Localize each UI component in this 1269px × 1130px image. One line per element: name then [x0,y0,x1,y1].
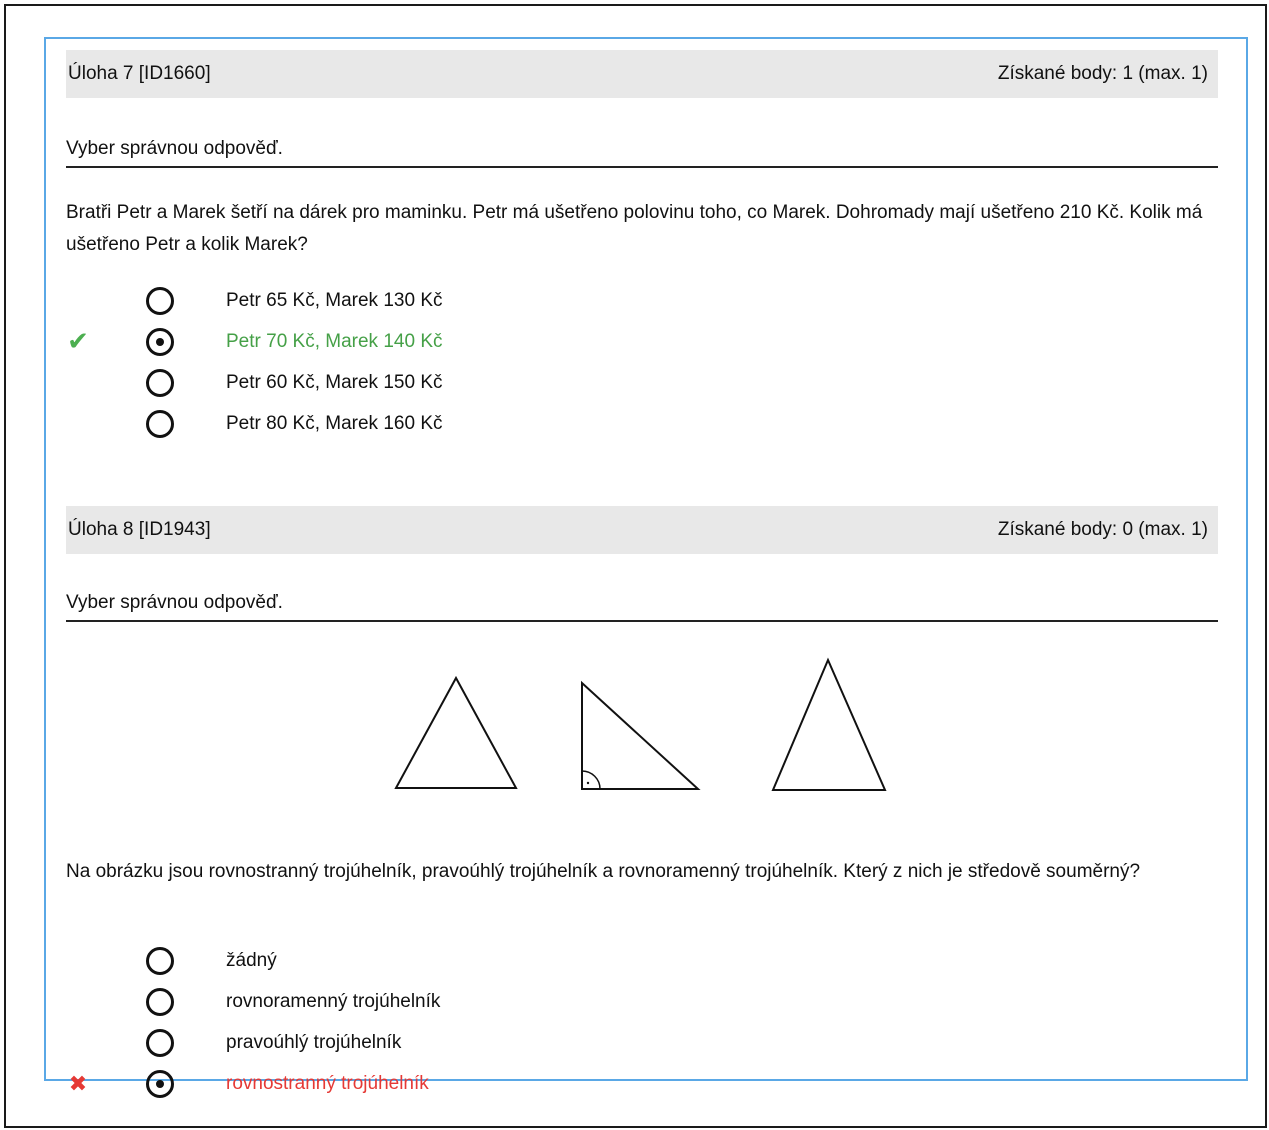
question-text: Na obrázku jsou rovnostranný trojúhelník… [66,861,1141,882]
radio-button-selected[interactable] [146,1069,174,1098]
answer-option[interactable]: pravoúhlý trojúhelník [66,1022,866,1063]
answer-option[interactable]: Petr 60 Kč, Marek 150 Kč [66,362,866,403]
isosceles-triangle [771,657,887,791]
radio-button[interactable] [146,1028,174,1057]
task-score: Získané body: 0 (max. 1) [997,519,1208,540]
question-text: Bratři Petr a Marek šetří na dárek pro m… [66,202,1203,255]
answer-label: rovnoramenný trojúhelník [226,990,441,1012]
task-score: Získané body: 1 (max. 1) [997,63,1208,84]
answer-option[interactable]: ✖ rovnostranný trojúhelník [66,1063,866,1104]
radio-button-selected[interactable] [146,327,174,356]
radio-button[interactable] [146,946,174,975]
task-instruction: Vyber správnou odpověď. [66,138,1218,168]
cross-icon: ✖ [68,1070,88,1096]
right-triangle [581,680,701,790]
answer-label: rovnostranný trojúhelník [226,1072,429,1094]
radio-button[interactable] [146,409,174,438]
answer-label: Petr 70 Kč, Marek 140 Kč [226,330,443,352]
answer-label: žádný [226,949,277,971]
answer-list: žádný rovnoramenný trojúhelník pravoúhlý… [66,940,866,1104]
answer-list: Petr 65 Kč, Marek 130 Kč ✔ Petr 70 Kč, M… [66,280,866,444]
task-instruction: Vyber správnou odpověď. [66,592,1218,622]
test-results-panel [44,37,1248,1081]
answer-label: Petr 65 Kč, Marek 130 Kč [226,289,443,311]
equilateral-triangle [394,675,518,789]
answer-option[interactable]: Petr 65 Kč, Marek 130 Kč [66,280,866,321]
radio-button[interactable] [146,286,174,315]
radio-button[interactable] [146,987,174,1016]
task-title: Úloha 8 [ID1943] [68,519,211,540]
answer-label: pravoúhlý trojúhelník [226,1031,402,1053]
task-header: Úloha 8 [ID1943] Získané body: 0 (max. 1… [66,506,1218,554]
check-icon: ✔ [67,326,89,356]
radio-button[interactable] [146,368,174,397]
answer-option[interactable]: žádný [66,940,866,981]
answer-option[interactable]: rovnoramenný trojúhelník [66,981,866,1022]
answer-label: Petr 60 Kč, Marek 150 Kč [226,371,443,393]
answer-option[interactable]: ✔ Petr 70 Kč, Marek 140 Kč [66,321,866,362]
triangles-figure [394,657,887,791]
answer-option[interactable]: Petr 80 Kč, Marek 160 Kč [66,403,866,444]
task-title: Úloha 7 [ID1660] [68,63,211,84]
task-header: Úloha 7 [ID1660] Získané body: 1 (max. 1… [66,50,1218,98]
answer-label: Petr 80 Kč, Marek 160 Kč [226,412,443,434]
